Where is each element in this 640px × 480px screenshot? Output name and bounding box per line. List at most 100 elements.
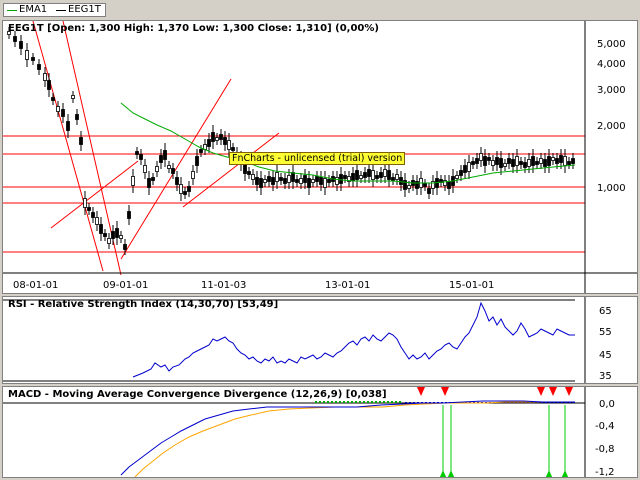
buy-marker <box>545 470 553 477</box>
candle-body <box>99 224 103 234</box>
candle-body <box>143 165 147 173</box>
candle-body <box>483 156 487 166</box>
candle-body <box>13 36 17 42</box>
macd-panel[interactable]: 0,0 -0,4 -0,8 -1,2 MACD - Moving Average… <box>2 386 638 478</box>
candle-body <box>187 186 191 192</box>
macd-histogram-bar <box>323 401 325 403</box>
candle-body <box>559 155 563 163</box>
candle-body <box>299 178 303 184</box>
candle-body <box>535 161 539 165</box>
price-y-tick: 3,000 <box>597 85 626 96</box>
candle-body <box>291 172 295 182</box>
rsi-panel-title: RSI - Relative Strength Index (14,30,70)… <box>8 299 279 310</box>
candle-body <box>243 164 247 174</box>
candle-body <box>139 154 143 160</box>
macd-y-tick: 0,0 <box>599 399 615 410</box>
candle-body <box>339 174 343 184</box>
candle-body <box>155 166 159 172</box>
ema-legend-line <box>7 10 17 11</box>
macd-histogram-bar <box>371 401 373 403</box>
candle-body <box>95 217 99 225</box>
candle-body <box>47 80 51 90</box>
candle-body <box>31 57 35 61</box>
candle-body <box>159 155 163 163</box>
price-x-tick: 09-01-01 <box>103 280 148 291</box>
macd-histogram-bar <box>383 401 385 403</box>
candle-body <box>171 168 175 174</box>
rsi-y-tick: 65 <box>599 306 612 317</box>
macd-histogram-bar <box>355 401 357 403</box>
candle-body <box>447 181 451 189</box>
price-y-tick: 5,000 <box>597 39 626 50</box>
candle-body <box>215 137 219 141</box>
candle-body <box>195 156 199 166</box>
candle-body <box>295 179 299 183</box>
macd-histogram-bar <box>379 401 381 403</box>
candle-body <box>207 139 211 147</box>
candle-body <box>183 191 187 195</box>
candle-body <box>227 140 231 150</box>
rsi-panel[interactable]: 65 55 45 35 RSI - Relative Strength Inde… <box>2 296 638 384</box>
candle-body <box>75 114 79 120</box>
candle-body <box>427 188 431 194</box>
candle-body <box>315 176 319 182</box>
candle-body <box>66 121 70 131</box>
candle-body <box>383 169 387 177</box>
candle-body <box>519 161 523 165</box>
macd-histogram-bar <box>395 401 397 403</box>
price-y-tick: 2,000 <box>597 121 626 132</box>
legend-bar: EMA1 EEG1T <box>0 0 640 20</box>
macd-histogram-bar <box>339 401 341 403</box>
candle-body <box>563 156 567 166</box>
candle-body <box>71 95 75 99</box>
candle-body <box>61 109 65 117</box>
candle-body <box>455 175 459 179</box>
candle-body <box>87 207 91 211</box>
candle-body <box>307 178 311 188</box>
candle-body <box>25 50 29 60</box>
macd-y-tick: -0,4 <box>595 421 615 432</box>
price-y-tick: 1,000 <box>597 183 626 194</box>
price-y-ticks: 5,000 4,000 3,000 2,000 1,000 <box>597 39 626 194</box>
buy-marker <box>447 470 455 477</box>
macd-histogram-bar <box>347 401 349 403</box>
candle-body <box>103 233 107 237</box>
candle-body <box>107 238 111 244</box>
candle-body <box>275 172 279 182</box>
legend-box[interactable]: EMA1 EEG1T <box>3 3 106 17</box>
candle-body <box>283 178 287 184</box>
trend-lines <box>32 21 280 276</box>
macd-histogram-bar <box>387 401 389 403</box>
macd-y-tick: -1,2 <box>595 467 615 478</box>
price-x-tick: 13-01-01 <box>325 280 370 291</box>
macd-histogram-bar <box>319 401 321 403</box>
candle-body <box>267 176 271 182</box>
candle-body <box>551 157 555 161</box>
rsi-y-tick: 55 <box>599 327 612 338</box>
candle-body <box>487 157 491 161</box>
macd-histogram-bar <box>351 401 353 403</box>
candle-body <box>503 163 507 167</box>
candle-body <box>131 176 135 186</box>
candle-body <box>219 134 223 140</box>
candle-body <box>251 174 255 180</box>
candle-body <box>327 179 331 183</box>
candle-body <box>523 162 527 168</box>
macd-line <box>120 400 575 476</box>
candle-body <box>491 160 495 166</box>
macd-histogram-bar <box>315 401 317 403</box>
macd-y-tick: -0,8 <box>595 444 615 455</box>
candle-body <box>423 183 427 187</box>
candle-body <box>43 73 47 81</box>
candle-body <box>407 185 411 189</box>
price-x-tick: 08-01-01 <box>13 280 58 291</box>
candle-body <box>127 211 131 219</box>
candle-body <box>56 106 60 112</box>
candle-body <box>531 156 535 166</box>
trend-line <box>50 160 139 229</box>
candle-body <box>387 170 391 180</box>
candle-body <box>467 162 471 172</box>
trend-line <box>32 21 104 272</box>
sell-marker <box>417 387 425 396</box>
price-panel-title: EEG1T [Open: 1,300 High: 1,370 Low: 1,30… <box>8 23 379 34</box>
